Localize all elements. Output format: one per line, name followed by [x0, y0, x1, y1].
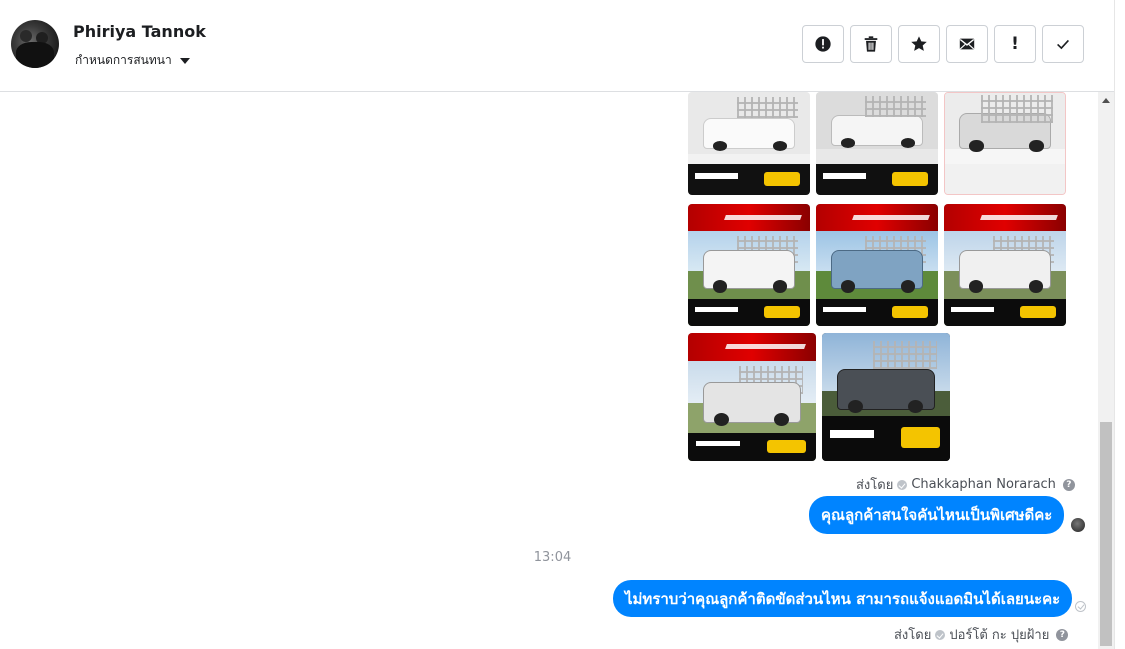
star-button[interactable] — [898, 25, 940, 63]
scroll-thumb[interactable] — [1100, 422, 1112, 646]
sender-name[interactable]: Chakkaphan Norarach — [911, 477, 1056, 492]
help-icon[interactable]: ? — [1062, 478, 1075, 491]
shared-image-2[interactable] — [816, 92, 938, 195]
conversation-settings-label: กำหนดการสนทนา — [75, 53, 172, 67]
exclamation-icon: ! — [1011, 34, 1019, 54]
verified-icon — [935, 629, 946, 640]
mark-unread-button[interactable] — [946, 25, 988, 63]
verified-icon — [897, 479, 908, 490]
alert-circle-icon — [815, 36, 831, 52]
sender-name[interactable]: ปอร์โต้ กะ ปุยฝ้าย — [949, 624, 1049, 645]
shared-image-8[interactable] — [822, 333, 950, 461]
mark-important-button[interactable]: ! — [994, 25, 1036, 63]
shared-image-3[interactable] — [944, 92, 1066, 195]
caret-down-icon — [179, 57, 190, 64]
trash-icon — [864, 36, 878, 52]
shared-image-5[interactable] — [816, 204, 938, 326]
shared-image-4[interactable] — [688, 204, 810, 326]
help-icon[interactable]: ? — [1056, 628, 1069, 641]
contact-name[interactable]: Phiriya Tannok — [73, 22, 206, 41]
shared-image-6[interactable] — [944, 204, 1066, 326]
message-bubble[interactable]: ไม่ทราบว่าคุณลูกค้าติดขัดส่วนไหน สามารถแ… — [613, 580, 1073, 617]
message-text: คุณลูกค้าสนใจคันไหนเป็นพิเศษดีคะ — [821, 506, 1053, 524]
message-scrollbar[interactable] — [1098, 92, 1114, 649]
conversation-toolbar: ! — [802, 25, 1084, 63]
check-icon — [1057, 39, 1069, 50]
scroll-up-arrow-icon[interactable] — [1102, 98, 1110, 103]
sent-by-line: ส่งโดย Chakkaphan Norarach ? — [856, 474, 1075, 495]
report-spam-button[interactable] — [802, 25, 844, 63]
message-bubble[interactable]: คุณลูกค้าสนใจคันไหนเป็นพิเศษดีคะ — [809, 496, 1065, 534]
sent-by-prefix: ส่งโดย — [894, 628, 932, 643]
delete-button[interactable] — [850, 25, 892, 63]
right-panel-edge — [1114, 0, 1125, 649]
envelope-icon — [959, 38, 975, 50]
message-text: ไม่ทราบว่าคุณลูกค้าติดขัดส่วนไหน สามารถแ… — [625, 589, 1061, 608]
contact-avatar[interactable] — [11, 20, 59, 68]
mark-done-button[interactable] — [1042, 25, 1084, 63]
shared-image-7[interactable] — [688, 333, 816, 461]
star-icon — [911, 36, 927, 51]
shared-image-1[interactable] — [688, 92, 810, 195]
conversation-header: Phiriya Tannok กำหนดการสนทนา ! — [0, 0, 1114, 92]
sent-by-prefix: ส่งโดย — [856, 478, 894, 493]
sent-status-icon — [1075, 601, 1086, 612]
sent-by-line: ส่งโดย ปอร์โต้ กะ ปุยฝ้าย ? — [894, 624, 1069, 645]
seen-avatar — [1071, 518, 1085, 532]
conversation-settings-dropdown[interactable]: กำหนดการสนทนา — [75, 51, 190, 70]
message-timestamp: 13:04 — [533, 550, 572, 565]
